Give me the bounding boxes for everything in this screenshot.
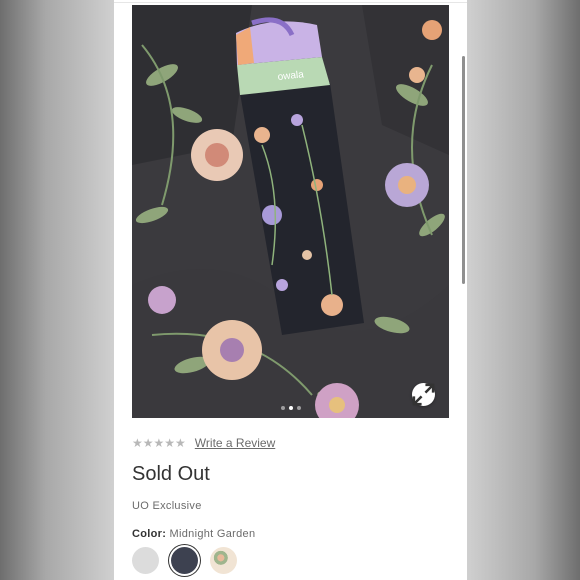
color-value: Midnight Garden [169,528,256,540]
expand-icon [412,383,435,406]
exclusive-tag: UO Exclusive [132,500,202,512]
color-row: Color: Midnight Garden [132,528,255,540]
product-photo: owala [132,5,449,418]
product-card: owala ★★★★★ Write a Review Sold Out UO E… [114,0,467,580]
rating-row: ★★★★★ Write a Review [132,436,275,450]
swatch-floral-cream[interactable] [210,547,237,574]
expand-button[interactable] [412,383,435,406]
product-image[interactable]: owala [132,5,449,418]
gallery-dots [132,406,449,410]
stock-status: Sold Out [132,463,210,485]
gallery-dot-active[interactable] [288,406,293,410]
gallery-dot[interactable] [280,406,285,410]
top-divider [114,0,467,3]
swatch-light-gray[interactable] [132,547,159,574]
background-right [466,0,580,580]
scrollbar[interactable] [462,56,465,284]
swatch-midnight-garden[interactable] [171,547,198,574]
write-review-link[interactable]: Write a Review [195,436,275,450]
color-label: Color: [132,528,167,540]
gallery-dot[interactable] [296,406,301,410]
background-left [0,0,114,580]
color-swatches [132,547,237,574]
rating-stars: ★★★★★ [132,436,186,450]
